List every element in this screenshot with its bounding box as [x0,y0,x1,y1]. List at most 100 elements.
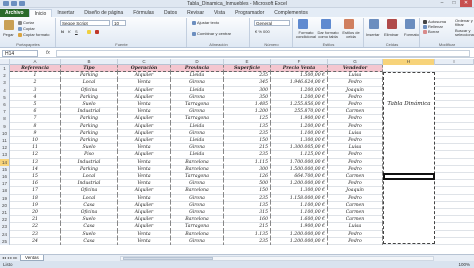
cell-vendedor[interactable]: Pedro [328,230,383,238]
cell-referencia[interactable]: 18 [10,194,61,202]
row-number[interactable]: 2 [0,72,10,80]
font-size-select[interactable]: 10 [112,20,126,26]
format-cells-icon[interactable] [405,19,415,29]
cell-tipo[interactable]: Industrial [61,108,118,116]
cell-superficie[interactable]: 1.115 [224,158,271,166]
cell-superficie[interactable]: 500 [224,180,271,188]
header-cell-precio-venta[interactable]: Precio Venta [271,65,328,73]
cell-vendedor[interactable]: Pedro [328,180,383,188]
insert-button[interactable]: Insertar [366,32,380,37]
cell-operacion[interactable]: Alquiler [118,151,171,159]
row-number[interactable]: 5 [0,93,10,101]
cell-operacion[interactable]: Alquiler [118,93,171,101]
delete-cells-icon[interactable] [387,19,397,29]
tab-revisar[interactable]: Revisar [182,9,209,17]
cell-operacion[interactable]: Alquiler [118,115,171,123]
cell-provincia[interactable]: Lleida [171,122,224,130]
scroll-thumb[interactable] [123,257,213,260]
tab-archivo[interactable]: Archivo [0,9,29,17]
format-table-icon[interactable] [321,19,331,29]
cell-operacion[interactable]: Venta [118,173,171,181]
cell-styles-icon[interactable] [344,19,354,29]
cell-provincia[interactable]: Girona [171,79,224,87]
cell-operacion[interactable]: Venta [118,158,171,166]
font-color-icon[interactable] [95,30,99,34]
cell-superficie[interactable]: 235 [224,72,271,80]
cell-precio-venta[interactable]: 1.900,00 € [271,223,328,231]
row-number[interactable]: 18 [0,187,10,195]
cell-referencia[interactable]: 17 [10,187,61,195]
cell-provincia[interactable]: Barcelona [171,230,224,238]
cell-referencia[interactable]: 22 [10,223,61,231]
cell-tipo[interactable]: Parking [61,72,118,80]
cell-precio-venta[interactable]: 1.200.000,00 € [271,180,328,188]
format-button[interactable]: Formato [404,32,419,37]
row-number[interactable]: 16 [0,173,10,181]
cell-vendedor[interactable]: Luisa [328,129,383,137]
sort-filter-button[interactable]: Ordenar y filtrar [455,19,473,27]
format-table-button[interactable]: Dar formato como tabla [317,31,339,39]
merge-center-button[interactable]: Combinar y centrar [192,31,231,36]
cell-operacion[interactable]: Alquiler [118,86,171,94]
insert-cells-icon[interactable] [369,19,379,29]
cell-operacion[interactable]: Venta [118,194,171,202]
header-cell-provincia[interactable]: Provincia [171,65,224,73]
cell-referencia[interactable]: 11 [10,144,61,152]
cell-operacion[interactable]: Alquiler [118,209,171,217]
italic-button[interactable]: K [68,29,71,34]
row-number[interactable]: 8 [0,115,10,123]
row-number[interactable]: 21 [0,209,10,217]
maximize-button[interactable]: □ [448,0,460,7]
cell-provincia[interactable]: Lleida [171,72,224,80]
cell-provincia[interactable]: Girona [171,201,224,209]
wrap-text-button[interactable]: Ajustar texto [192,20,219,25]
cell-precio-venta[interactable]: 1.200.000,00 € [271,237,328,245]
cell-provincia[interactable]: Tarragona [171,101,224,109]
cell-vendedor[interactable]: Pedro [328,151,383,159]
cell-provincia[interactable]: Barcelona [171,165,224,173]
name-box[interactable]: H14 [2,50,38,57]
cell-vendedor[interactable]: Pedro [328,122,383,130]
cell-referencia[interactable]: 15 [10,173,61,181]
cell-superficie[interactable]: 1.135 [224,230,271,238]
close-button[interactable]: ✕ [460,0,472,7]
cell-superficie[interactable]: 215 [224,223,271,231]
cell-precio-venta[interactable]: 1.125,00 € [271,151,328,159]
cell-superficie[interactable]: 150 [224,137,271,145]
cell-provincia[interactable]: Barcelona [171,187,224,195]
cell-operacion[interactable]: Alquiler [118,72,171,80]
cell-superficie[interactable]: 135 [224,122,271,130]
cell-vendedor[interactable]: Pedro [328,194,383,202]
cell-provincia[interactable]: Lleida [171,137,224,145]
cell-provincia[interactable]: Girona [171,180,224,188]
cell-referencia[interactable]: 2 [10,79,61,87]
cell-tipo[interactable]: Local [61,79,118,87]
cell-superficie[interactable]: 350 [224,93,271,101]
row-number[interactable]: 4 [0,86,10,94]
row-number[interactable]: 9 [0,122,10,130]
fill-color-icon[interactable] [87,30,91,34]
conditional-format-button[interactable]: Formato condicional [295,31,317,39]
cell-precio-venta[interactable]: 1.100,00 € [271,209,328,217]
cell-tipo[interactable]: Casa [61,237,118,245]
cell-superficie[interactable]: 125 [224,115,271,123]
tab-complementos[interactable]: Complementos [269,9,313,17]
row-number[interactable]: 1 [0,65,10,73]
cell-tipo[interactable]: Suelo [61,144,118,152]
tab-programador[interactable]: Programador [230,9,269,17]
number-format-select[interactable]: General [254,20,290,26]
cell-provincia[interactable]: Girona [171,194,224,202]
cell-vendedor[interactable]: Joaquín [328,187,383,195]
cell-operacion[interactable]: Alquiler [118,216,171,224]
cell-precio-venta[interactable]: 1.200,00 € [271,122,328,130]
cell-referencia[interactable]: 19 [10,201,61,209]
cell-tipo[interactable]: Casa [61,223,118,231]
row-number[interactable]: 6 [0,101,10,109]
cell-referencia[interactable]: 5 [10,101,61,109]
cell-superficie[interactable]: 315 [224,209,271,217]
cell-referencia[interactable]: 8 [10,122,61,130]
cell-tipo[interactable]: Parking [61,137,118,145]
cell-referencia[interactable]: 16 [10,180,61,188]
cell-provincia[interactable]: Girona [171,93,224,101]
cell-operacion[interactable]: Venta [118,230,171,238]
